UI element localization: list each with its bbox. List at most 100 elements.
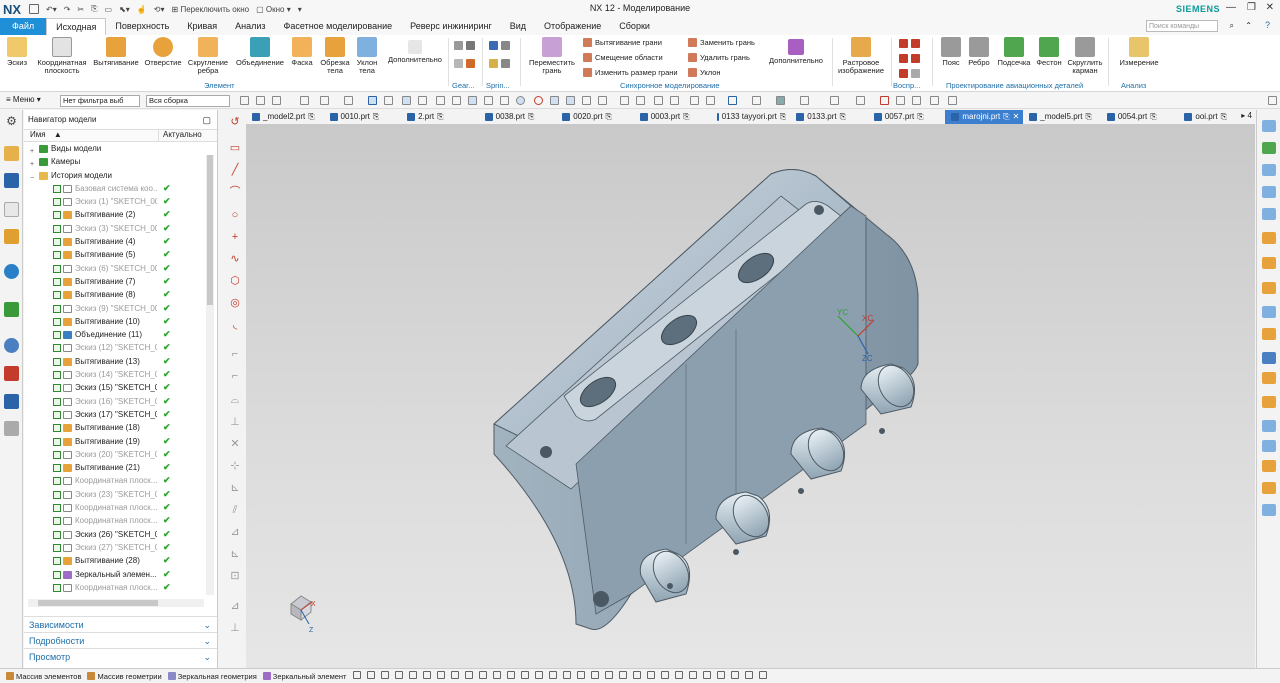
chamfer-button[interactable]: Фаска xyxy=(288,37,316,67)
close-tab-icon[interactable]: ✕ xyxy=(1013,110,1020,124)
maximize-panel-icon[interactable]: ▢ xyxy=(202,110,211,130)
history-row[interactable]: Эскиз (17) "SKETCH_0... ✔ xyxy=(24,408,217,421)
pan-icon[interactable] xyxy=(670,96,679,105)
polygon-icon[interactable]: ⬡ xyxy=(228,274,242,288)
part-tab[interactable]: _model5.prt ⎘ xyxy=(1023,110,1101,124)
pattern-curve-icon[interactable]: ⊾ xyxy=(228,481,242,495)
offset-region-button[interactable]: Смещение области xyxy=(583,53,663,62)
history-row[interactable]: Эскиз (23) "SKETCH_0... ✔ xyxy=(24,488,217,501)
tab-display[interactable]: Отображение xyxy=(535,18,610,35)
snap-icon[interactable] xyxy=(240,96,249,105)
round-pocket-button[interactable]: Скруглить карман xyxy=(1065,37,1105,75)
datum-plane-button[interactable]: Координатная плоскость xyxy=(33,37,91,75)
draft-body-button[interactable]: Уклон тела xyxy=(354,37,380,75)
leader-icon[interactable] xyxy=(702,671,711,679)
history-icon[interactable] xyxy=(4,338,19,353)
bolt-circle-icon[interactable] xyxy=(464,671,473,679)
split-body-icon[interactable] xyxy=(1262,306,1276,318)
visibility-checkbox[interactable] xyxy=(53,464,61,473)
copy-icon[interactable]: ⎘ xyxy=(91,4,97,14)
snap-point-icon[interactable] xyxy=(402,96,411,105)
operation-icon[interactable] xyxy=(352,671,361,679)
bounded-grid-icon[interactable] xyxy=(598,96,607,105)
history-row[interactable]: Вытягивание (10) ✔ xyxy=(24,315,217,328)
parts-list-icon[interactable] xyxy=(520,671,529,679)
history-row[interactable]: Координатная плоск... ✔ xyxy=(24,501,217,514)
pattern-geometry-button[interactable]: Массив геометрии xyxy=(87,672,162,681)
edge-blend-button[interactable]: Скругление ребра xyxy=(184,37,232,75)
table-icon[interactable] xyxy=(506,671,515,679)
extrude-button[interactable]: Вытягивание xyxy=(92,37,140,67)
part-tab[interactable]: _model2.prt ⎘ xyxy=(246,110,324,124)
curve-snap-icon[interactable] xyxy=(468,96,477,105)
history-row[interactable]: Эскиз (26) "SKETCH_0... ✔ xyxy=(24,528,217,541)
preferences-icon[interactable] xyxy=(930,96,939,105)
visibility-checkbox[interactable] xyxy=(53,224,61,233)
constraint-navigator-icon[interactable] xyxy=(4,173,19,188)
select-all-icon[interactable] xyxy=(300,96,309,105)
visibility-checkbox[interactable] xyxy=(53,277,61,286)
part-tab[interactable]: 0020.prt ⎘ xyxy=(556,110,634,124)
part-navigator-icon[interactable] xyxy=(4,202,19,217)
dependencies-panel[interactable]: Зависимости ⌄ xyxy=(24,616,217,632)
project-curve-icon[interactable]: ⊡ xyxy=(228,569,242,583)
undo-icon[interactable]: ↶▾ xyxy=(46,5,57,14)
window-menu-button[interactable]: ▢ Окно ▾ xyxy=(256,5,291,14)
line-icon[interactable]: ╱ xyxy=(228,163,242,177)
hd3d-tools-icon[interactable] xyxy=(4,264,19,279)
visibility-checkbox[interactable] xyxy=(53,570,61,579)
visibility-checkbox[interactable] xyxy=(53,184,61,193)
history-row[interactable]: Эскиз (27) "SKETCH_0... ✔ xyxy=(24,541,217,554)
process-studio-icon[interactable] xyxy=(4,394,19,409)
details-panel[interactable]: Подробности ⌄ xyxy=(24,632,217,648)
arc-center-icon[interactable] xyxy=(516,96,525,105)
visibility-icon[interactable] xyxy=(776,96,785,105)
extend-sheet-icon[interactable] xyxy=(1262,142,1276,154)
dimension-icon[interactable] xyxy=(660,671,669,679)
maximize-icon[interactable]: ❐ xyxy=(1247,2,1256,13)
navigator-vertical-scrollbar[interactable] xyxy=(206,155,214,595)
trim-sheet-icon[interactable] xyxy=(1262,120,1276,132)
replace-face-icon[interactable] xyxy=(1262,282,1276,294)
visibility-checkbox[interactable] xyxy=(53,304,61,313)
resize-face-button[interactable]: Изменить размер грани xyxy=(583,68,678,77)
history-row[interactable]: Эскиз (3) "SKETCH_00... ✔ xyxy=(24,222,217,235)
rotate-icon[interactable] xyxy=(654,96,663,105)
visibility-checkbox[interactable] xyxy=(53,291,61,300)
sheet-metal-icon[interactable] xyxy=(1262,504,1276,516)
work-layer-icon[interactable] xyxy=(752,96,761,105)
visibility-checkbox[interactable] xyxy=(53,557,61,566)
move-face-button[interactable]: Переместить грань xyxy=(527,37,577,75)
visibility-checkbox[interactable] xyxy=(53,504,61,513)
draft-icon[interactable] xyxy=(1262,328,1276,340)
part-tab[interactable]: 0003.prt ⎘ xyxy=(634,110,712,124)
tab-assemblies[interactable]: Сборки xyxy=(610,18,659,35)
history-row[interactable]: Вытягивание (2) ✔ xyxy=(24,208,217,221)
visibility-checkbox[interactable] xyxy=(53,517,61,526)
tree-node-model-views[interactable]: + Виды модели xyxy=(24,142,217,155)
visibility-checkbox[interactable] xyxy=(53,317,61,326)
part-tab[interactable]: 2.prt ⎘ xyxy=(401,110,479,124)
customize-icon[interactable]: ▾ xyxy=(298,5,302,14)
visibility-checkbox[interactable] xyxy=(53,384,61,393)
gear-tool-2[interactable] xyxy=(454,59,475,68)
visibility-checkbox[interactable] xyxy=(53,198,61,207)
history-row[interactable]: Вытягивание (7) ✔ xyxy=(24,275,217,288)
select-icon[interactable]: ⬉▾ xyxy=(119,5,130,14)
visibility-checkbox[interactable] xyxy=(53,543,61,552)
redo-icon[interactable]: ↷ xyxy=(64,5,71,14)
render-style-icon[interactable] xyxy=(706,96,715,105)
note-icon[interactable] xyxy=(380,671,389,679)
pull-face-button[interactable]: Вытягивание грани xyxy=(583,38,662,47)
sketch-button[interactable]: Эскиз xyxy=(4,37,30,67)
scallop-button[interactable]: Фестон xyxy=(1034,37,1064,67)
zoom-icon[interactable] xyxy=(636,96,645,105)
visibility-checkbox[interactable] xyxy=(53,397,61,406)
reuse-library-icon[interactable] xyxy=(4,229,19,244)
view-triad[interactable]: X Z xyxy=(290,595,316,634)
sew-icon[interactable] xyxy=(1262,208,1276,220)
endpoint-icon[interactable] xyxy=(418,96,427,105)
visibility-checkbox[interactable] xyxy=(53,410,61,419)
delete-face-button[interactable]: Удалить грань xyxy=(688,53,750,62)
more-tabs-button[interactable]: ▸ 4 xyxy=(1241,111,1252,120)
